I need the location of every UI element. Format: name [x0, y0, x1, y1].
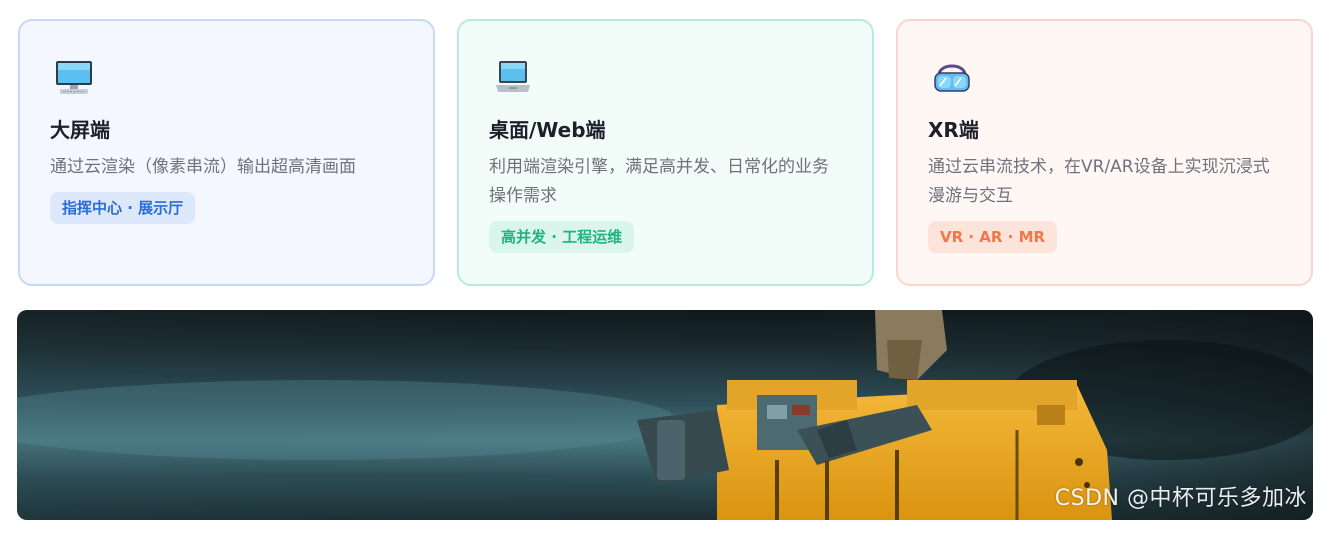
- card-xr: XR端 通过云串流技术，在VR/AR设备上实现沉浸式漫游与交互 VR · AR …: [896, 19, 1313, 286]
- card-tag: 高并发 · 工程运维: [489, 221, 635, 253]
- platform-cards: 大屏端 通过云渲染（像素串流）输出超高清画面 指挥中心 · 展示厅 桌面/Web…: [18, 19, 1313, 286]
- vr-goggles-icon: [932, 57, 972, 97]
- monitor-icon: [54, 57, 94, 97]
- card-description: 通过云串流技术，在VR/AR设备上实现沉浸式漫游与交互: [928, 157, 1270, 206]
- card-large-screen: 大屏端 通过云渲染（像素串流）输出超高清画面 指挥中心 · 展示厅: [18, 19, 435, 286]
- page: 大屏端 通过云渲染（像素串流）输出超高清画面 指挥中心 · 展示厅 桌面/Web…: [0, 0, 1339, 536]
- card-title: 桌面/Web端: [489, 118, 606, 142]
- card-description: 通过云渲染（像素串流）输出超高清画面: [50, 157, 356, 177]
- card-description: 利用端渲染引擎，满足高并发、日常化的业务操作需求: [489, 157, 829, 206]
- laptop-icon: [493, 57, 533, 97]
- watermark: CSDN @中杯可乐多加冰: [1054, 486, 1307, 511]
- robot-photo: CSDN @中杯可乐多加冰: [17, 310, 1313, 520]
- card-title: XR端: [928, 118, 979, 142]
- card-desktop-web: 桌面/Web端 利用端渲染引擎，满足高并发、日常化的业务操作需求 高并发 · 工…: [457, 19, 874, 286]
- card-tag: 指挥中心 · 展示厅: [50, 192, 196, 224]
- card-title: 大屏端: [50, 118, 110, 142]
- card-tag: VR · AR · MR: [928, 221, 1058, 253]
